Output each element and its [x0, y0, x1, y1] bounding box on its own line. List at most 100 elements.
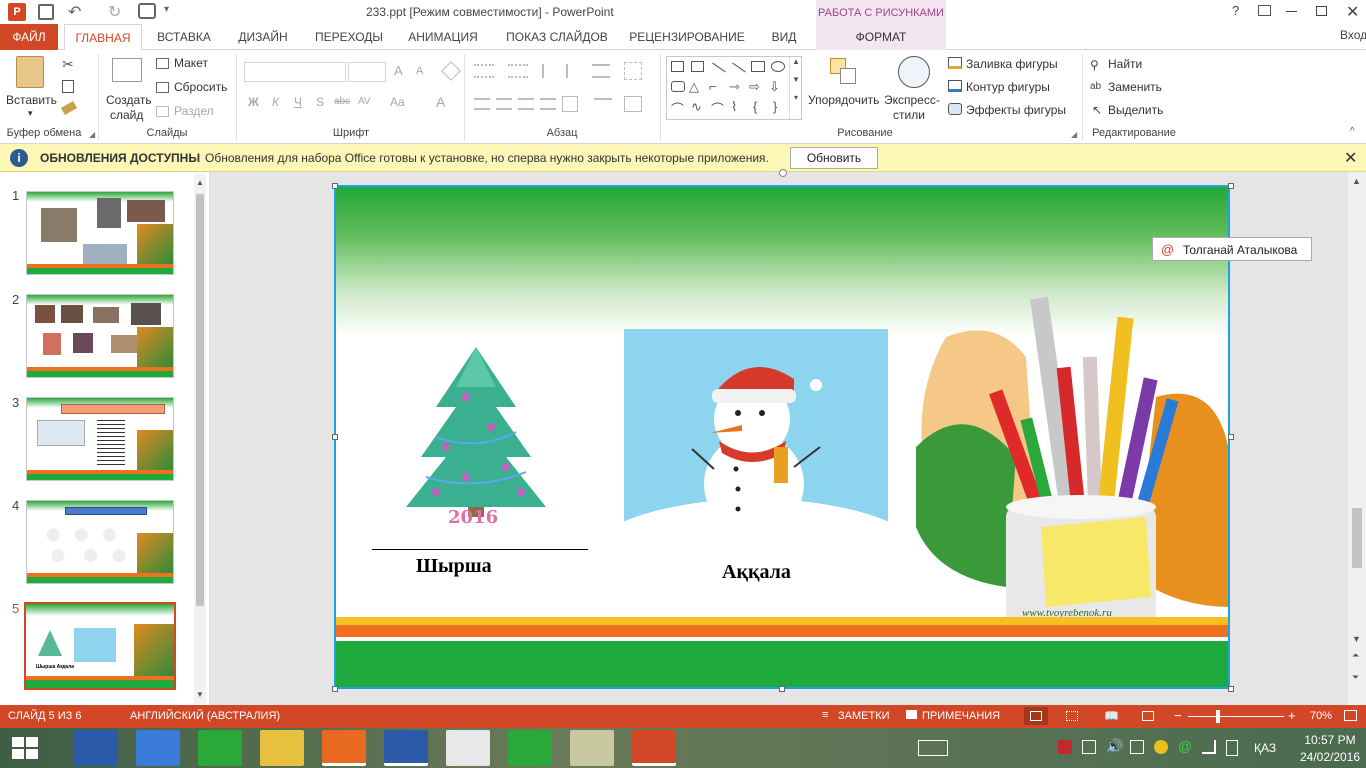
snowman-picture[interactable]	[624, 329, 888, 551]
char-spacing-button[interactable]: AV	[358, 96, 371, 107]
shape-effects-button[interactable]: Эффекты фигуры	[966, 103, 1066, 117]
curve-shape-icon[interactable]: ∿	[691, 99, 702, 115]
format-painter-icon[interactable]	[60, 101, 78, 115]
tray-agent-icon[interactable]: @	[1178, 738, 1192, 754]
resize-handle[interactable]	[779, 686, 785, 692]
tab-design[interactable]: ДИЗАЙН	[226, 24, 300, 50]
tab-home[interactable]: ГЛАВНАЯ	[64, 24, 142, 51]
triangle-shape-icon[interactable]: △	[689, 79, 699, 95]
replace-button[interactable]: Заменить	[1108, 80, 1162, 94]
tray-app-icon[interactable]	[1058, 740, 1072, 754]
tray-flag-icon[interactable]	[1130, 740, 1144, 754]
copy-icon[interactable]	[62, 80, 74, 93]
tab-format[interactable]: ФОРМАТ	[816, 24, 946, 50]
firefox-icon[interactable]	[322, 730, 366, 766]
scroll-down-icon[interactable]: ▼	[196, 690, 204, 699]
network-app-icon[interactable]	[570, 730, 614, 766]
scroll-down-icon[interactable]: ▼	[1352, 634, 1361, 644]
clear-formatting-icon[interactable]	[441, 61, 461, 81]
down-arrow-shape-icon[interactable]: ⇩	[769, 79, 780, 95]
slide-counter[interactable]: СЛАЙД 5 ИЗ 6	[8, 710, 81, 722]
smartart-icon[interactable]	[624, 96, 642, 112]
tray-update-icon[interactable]	[1154, 740, 1168, 754]
clock-date[interactable]: 24/02/2016	[1296, 750, 1364, 764]
thumbnail-scroll-thumb[interactable]	[196, 194, 204, 606]
next-slide-icon[interactable]: ⏷	[1352, 672, 1359, 683]
language-switch[interactable]: ҚАЗ	[1254, 741, 1276, 755]
lenovo-app-icon[interactable]	[74, 730, 118, 766]
tray-battery-icon[interactable]	[1226, 740, 1238, 756]
drawing-launcher-icon[interactable]: ◢	[1071, 130, 1077, 139]
quick-styles-label-2[interactable]: стили	[893, 108, 925, 122]
volume-app-icon[interactable]	[136, 730, 180, 766]
tab-animations[interactable]: АНИМАЦИЯ	[398, 24, 488, 50]
new-slide-icon[interactable]	[112, 58, 142, 82]
resize-handle[interactable]	[332, 434, 338, 440]
arc-shape-icon[interactable]: ⌒	[711, 99, 724, 118]
arrow-shape-icon[interactable]	[732, 62, 746, 73]
bold-button[interactable]: Ж	[248, 95, 259, 109]
align-center-icon[interactable]	[496, 98, 512, 110]
tray-monitor-icon[interactable]	[1082, 740, 1096, 754]
store-app-icon[interactable]	[198, 730, 242, 766]
tab-insert[interactable]: ВСТАВКА	[148, 24, 220, 50]
previous-slide-icon[interactable]: ⏶	[1352, 650, 1359, 661]
strikethrough-button[interactable]: abc	[334, 96, 350, 107]
help-icon[interactable]: ?	[1232, 3, 1239, 18]
mail-agent-icon[interactable]	[508, 730, 552, 766]
slide-thumbnail-3[interactable]	[26, 397, 174, 481]
italic-button[interactable]: К	[272, 95, 279, 109]
slide-thumbnail-5[interactable]: Шырша Аққала	[24, 602, 176, 690]
thumbnail-scrollbar[interactable]: ▲ ▼	[194, 174, 206, 704]
zoom-slider[interactable]	[1188, 716, 1284, 717]
increase-indent-icon[interactable]	[566, 64, 584, 78]
font-size-box[interactable]	[348, 62, 386, 82]
slide-5[interactable]: 2016 Шырша Аққала www.tvoyrebenok.ru	[334, 185, 1230, 689]
paste-button[interactable]: Вставить	[6, 93, 57, 107]
start-button[interactable]	[12, 737, 38, 759]
right-arrow-shape-icon[interactable]: ⇨	[749, 79, 760, 95]
canvas-scrollbar[interactable]: ▲ ▼ ⏶ ⏷	[1348, 172, 1366, 705]
shape-outline-button[interactable]: Контур фигуры	[966, 80, 1050, 94]
vertical-textbox-shape-icon[interactable]	[691, 61, 704, 72]
align-text-icon[interactable]	[594, 98, 612, 110]
slideshow-view-icon[interactable]	[1142, 711, 1154, 721]
arrange-button[interactable]: Упорядочить	[808, 93, 879, 107]
font-name-box[interactable]	[244, 62, 346, 82]
paste-dropdown-icon[interactable]: ▾	[28, 108, 33, 119]
slide-thumbnail-4[interactable]	[26, 500, 174, 584]
find-button[interactable]: Найти	[1108, 57, 1142, 71]
close-icon[interactable]: ✕	[1346, 2, 1359, 22]
layout-button[interactable]: Макет	[174, 56, 208, 70]
powerpoint-taskbar-icon[interactable]	[632, 730, 676, 766]
shadow-button[interactable]: S	[316, 95, 324, 109]
oval-shape-icon[interactable]	[771, 61, 785, 72]
elbow-arrow-shape-icon[interactable]: ⇾	[729, 79, 740, 95]
undo-icon[interactable]: ↶	[68, 2, 81, 22]
resize-handle[interactable]	[332, 183, 338, 189]
redo-icon[interactable]: ↻	[108, 2, 121, 22]
quick-styles-icon[interactable]	[898, 56, 930, 88]
new-slide-label-1[interactable]: Создать	[106, 93, 152, 107]
snowman-label[interactable]: Аққала	[722, 561, 791, 584]
rectangle-shape-icon[interactable]	[751, 61, 765, 72]
resize-handle[interactable]	[1228, 686, 1234, 692]
new-slide-label-2[interactable]: слайд	[110, 108, 143, 122]
change-case-button[interactable]: Aa	[390, 95, 405, 109]
textbox-shape-icon[interactable]	[671, 61, 684, 72]
fit-to-window-icon[interactable]	[1344, 710, 1357, 721]
font-color-button[interactable]: A	[436, 94, 445, 110]
qat-customize-icon[interactable]: ▾	[164, 4, 169, 15]
restore-icon[interactable]	[1316, 6, 1327, 16]
file-explorer-icon[interactable]	[260, 730, 304, 766]
collapse-ribbon-icon[interactable]: ^	[1350, 126, 1355, 137]
underline-button[interactable]: Ч	[294, 95, 302, 109]
bullets-icon[interactable]	[474, 64, 494, 78]
arrange-icon[interactable]	[830, 58, 858, 86]
update-button[interactable]: Обновить	[790, 147, 878, 169]
slide-thumbnail-1[interactable]	[26, 191, 174, 275]
zoom-slider-thumb[interactable]	[1216, 710, 1220, 723]
christmas-tree-picture[interactable]: 2016	[376, 337, 576, 537]
ribbon-display-icon[interactable]	[1258, 5, 1271, 16]
scroll-up-icon[interactable]: ▲	[1352, 176, 1361, 186]
